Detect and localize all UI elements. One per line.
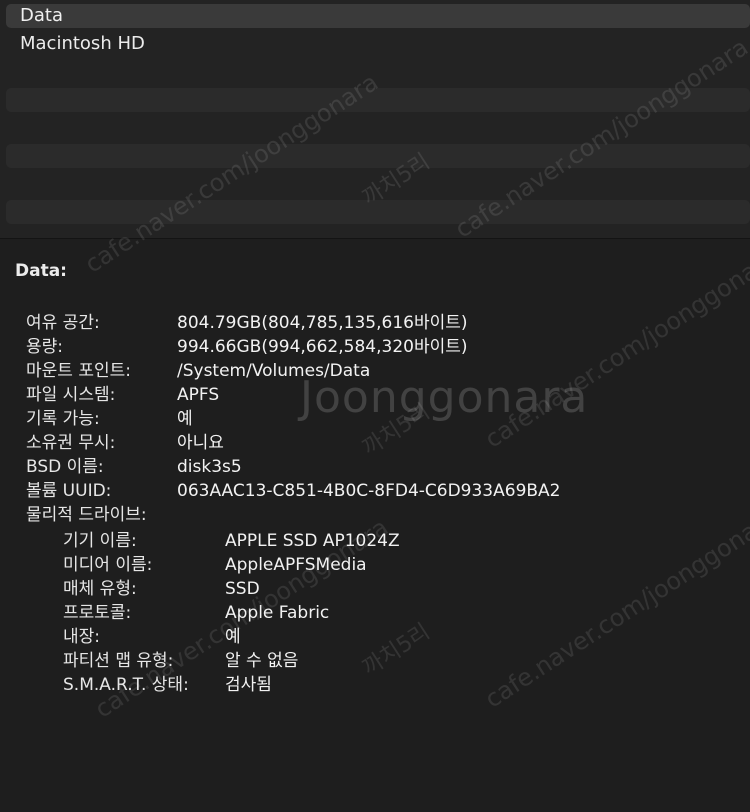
property-row-smart-status: S.M.A.R.T. 상태: 검사됨 — [0, 673, 750, 697]
property-value: SSD — [225, 579, 260, 599]
detail-pane: Data: 여유 공간: 804.79GB(804,785,135,616바이트… — [0, 239, 750, 812]
property-value: AppleAPFSMedia — [225, 555, 367, 575]
property-row-mount-point: 마운트 포인트: /System/Volumes/Data — [0, 359, 750, 383]
empty-list-row — [6, 144, 750, 168]
property-value: /System/Volumes/Data — [177, 361, 371, 381]
property-row-ignore-ownership: 소유권 무시: 아니요 — [0, 431, 750, 455]
property-value: disk3s5 — [177, 457, 242, 477]
property-row-physical-drive: 물리적 드라이브: — [0, 503, 750, 527]
detail-title: Data: — [15, 261, 67, 281]
volume-list-item-data[interactable]: Data — [6, 4, 750, 28]
property-value: 예 — [225, 627, 241, 647]
property-row-medium-type: 매체 유형: SSD — [0, 577, 750, 601]
property-label: 파티션 맵 유형: — [63, 651, 174, 671]
property-label: 여유 공간: — [26, 313, 100, 333]
property-row-file-system: 파일 시스템: APFS — [0, 383, 750, 407]
property-row-device-name: 기기 이름: APPLE SSD AP1024Z — [0, 529, 750, 553]
empty-list-row — [6, 200, 750, 224]
property-label: 소유권 무시: — [26, 433, 116, 453]
property-label: BSD 이름: — [26, 457, 104, 477]
property-label: 마운트 포인트: — [26, 361, 131, 381]
property-value: Apple Fabric — [225, 603, 330, 623]
property-row-internal: 내장: 예 — [0, 625, 750, 649]
property-row-media-name: 미디어 이름: AppleAPFSMedia — [0, 553, 750, 577]
property-label: S.M.A.R.T. 상태: — [63, 675, 189, 695]
property-label: 기록 가능: — [26, 409, 100, 429]
property-label: 프로토콜: — [63, 603, 132, 623]
volume-list-item-label: Macintosh HD — [20, 33, 145, 54]
property-value: 063AAC13-C851-4B0C-8FD4-C6D933A69BA2 — [177, 481, 561, 501]
property-value: 994.66GB(994,662,584,320바이트) — [177, 337, 468, 357]
property-label: 기기 이름: — [63, 531, 137, 551]
property-row-capacity: 용량: 994.66GB(994,662,584,320바이트) — [0, 335, 750, 359]
property-label: 물리적 드라이브: — [26, 505, 147, 525]
volume-list-item-macintosh-hd[interactable]: Macintosh HD — [6, 32, 750, 56]
empty-list-row — [6, 88, 750, 112]
property-value: 검사됨 — [225, 675, 272, 695]
volume-list-item-label: Data — [20, 5, 63, 26]
property-value: APPLE SSD AP1024Z — [225, 531, 400, 551]
volume-list: Data Macintosh HD — [0, 0, 750, 238]
property-row-free-space: 여유 공간: 804.79GB(804,785,135,616바이트) — [0, 311, 750, 335]
property-value: 804.79GB(804,785,135,616바이트) — [177, 313, 468, 333]
property-label: 미디어 이름: — [63, 555, 153, 575]
property-value: 아니요 — [177, 433, 224, 453]
property-label: 용량: — [26, 337, 64, 357]
property-row-bsd-name: BSD 이름: disk3s5 — [0, 455, 750, 479]
property-value: 예 — [177, 409, 193, 429]
property-label: 내장: — [63, 627, 101, 647]
property-row-protocol: 프로토콜: Apple Fabric — [0, 601, 750, 625]
property-label: 파일 시스템: — [26, 385, 116, 405]
property-row-volume-uuid: 볼륨 UUID: 063AAC13-C851-4B0C-8FD4-C6D933A… — [0, 479, 750, 503]
property-row-writable: 기록 가능: 예 — [0, 407, 750, 431]
property-value: 알 수 없음 — [225, 651, 299, 671]
property-label: 매체 유형: — [63, 579, 137, 599]
property-value: APFS — [177, 385, 220, 405]
property-row-partition-map-type: 파티션 맵 유형: 알 수 없음 — [0, 649, 750, 673]
property-label: 볼륨 UUID: — [26, 481, 112, 501]
